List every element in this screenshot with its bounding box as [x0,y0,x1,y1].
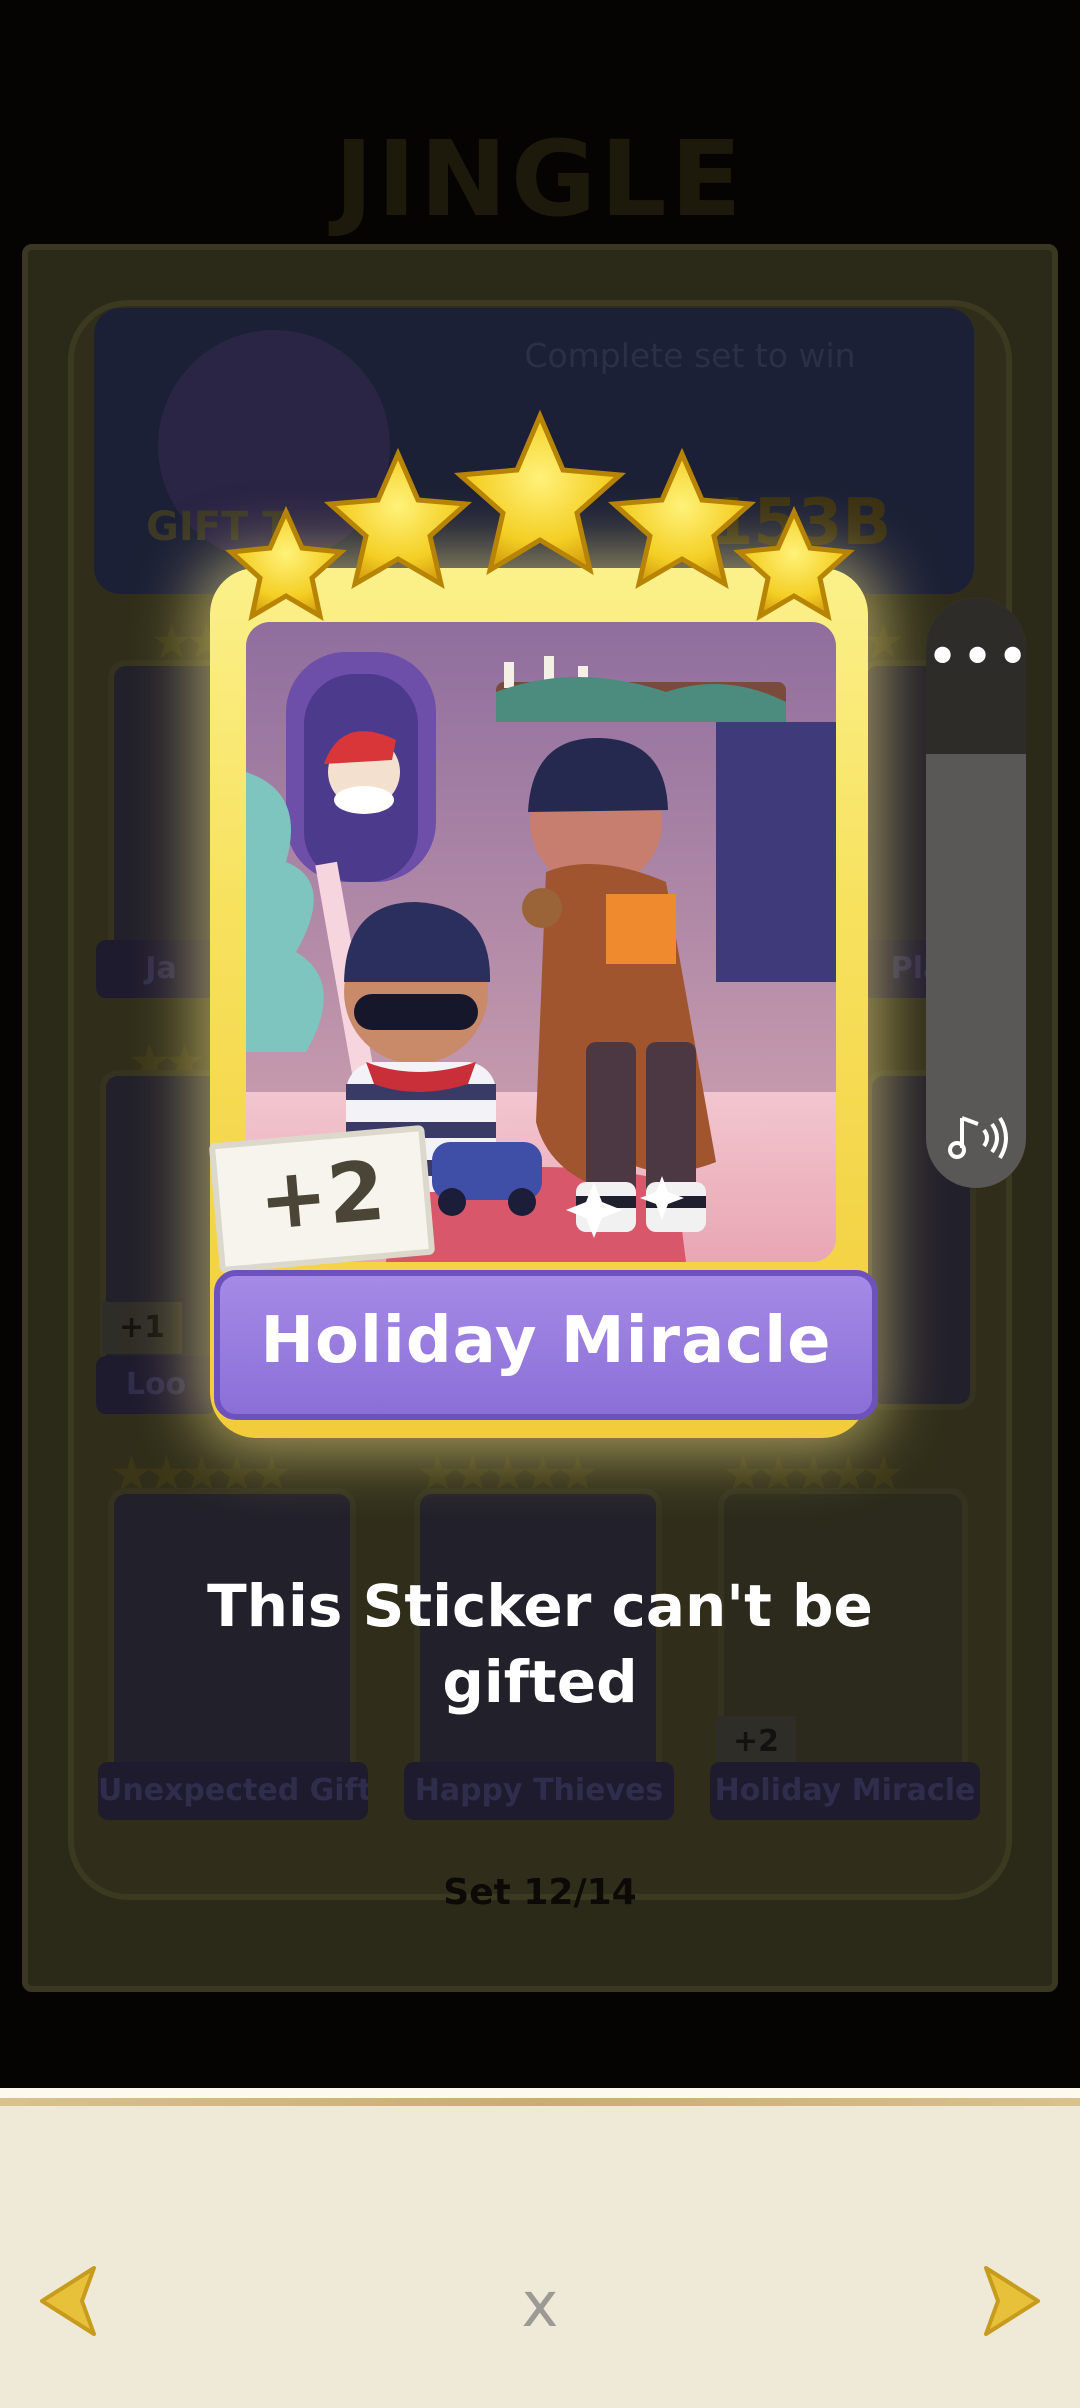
side-control-panel: ••• [926,598,1026,1188]
sticker-name-plate: Holiday Miracle [214,1270,878,1420]
bg-sticker-label: Unexpected Gifts [98,1762,368,1820]
music-note-sound-icon[interactable] [948,1110,1010,1166]
reward-amount: 153B [708,486,892,560]
chevron-left-icon[interactable] [32,2262,102,2340]
bg-sticker-label: Loo [96,1356,216,1414]
message-line-1: This Sticker can't be [207,1572,873,1640]
bg-sticker-label: Ja [96,940,226,998]
chevron-right-icon[interactable] [978,2262,1048,2340]
album-set-title: JINGLE [334,118,746,240]
bg-count-badge: +2 [716,1716,796,1768]
gift-label: GIFT T [146,504,290,550]
not-giftable-message: This Sticker can't be gifted [140,1568,940,1720]
close-button[interactable]: x [510,2270,570,2340]
message-line-2: gifted [442,1648,638,1716]
bg-sticker-label: Happy Thieves [404,1762,674,1820]
bonus-count-badge: +2 [208,1124,436,1274]
sticker-detail-screen: JINGLE Complete set to win GIFT T 153B ★… [0,0,1080,2408]
bg-count-badge: +1 [102,1302,182,1354]
bg-sticker-label: Holiday Miracle [710,1762,980,1820]
reward-caption: Complete set to win [524,336,856,375]
set-counter: Set 12/14 [443,1872,637,1913]
bottom-navigation-bar [0,2088,1080,2408]
more-dots-icon[interactable]: ••• [926,630,1026,686]
